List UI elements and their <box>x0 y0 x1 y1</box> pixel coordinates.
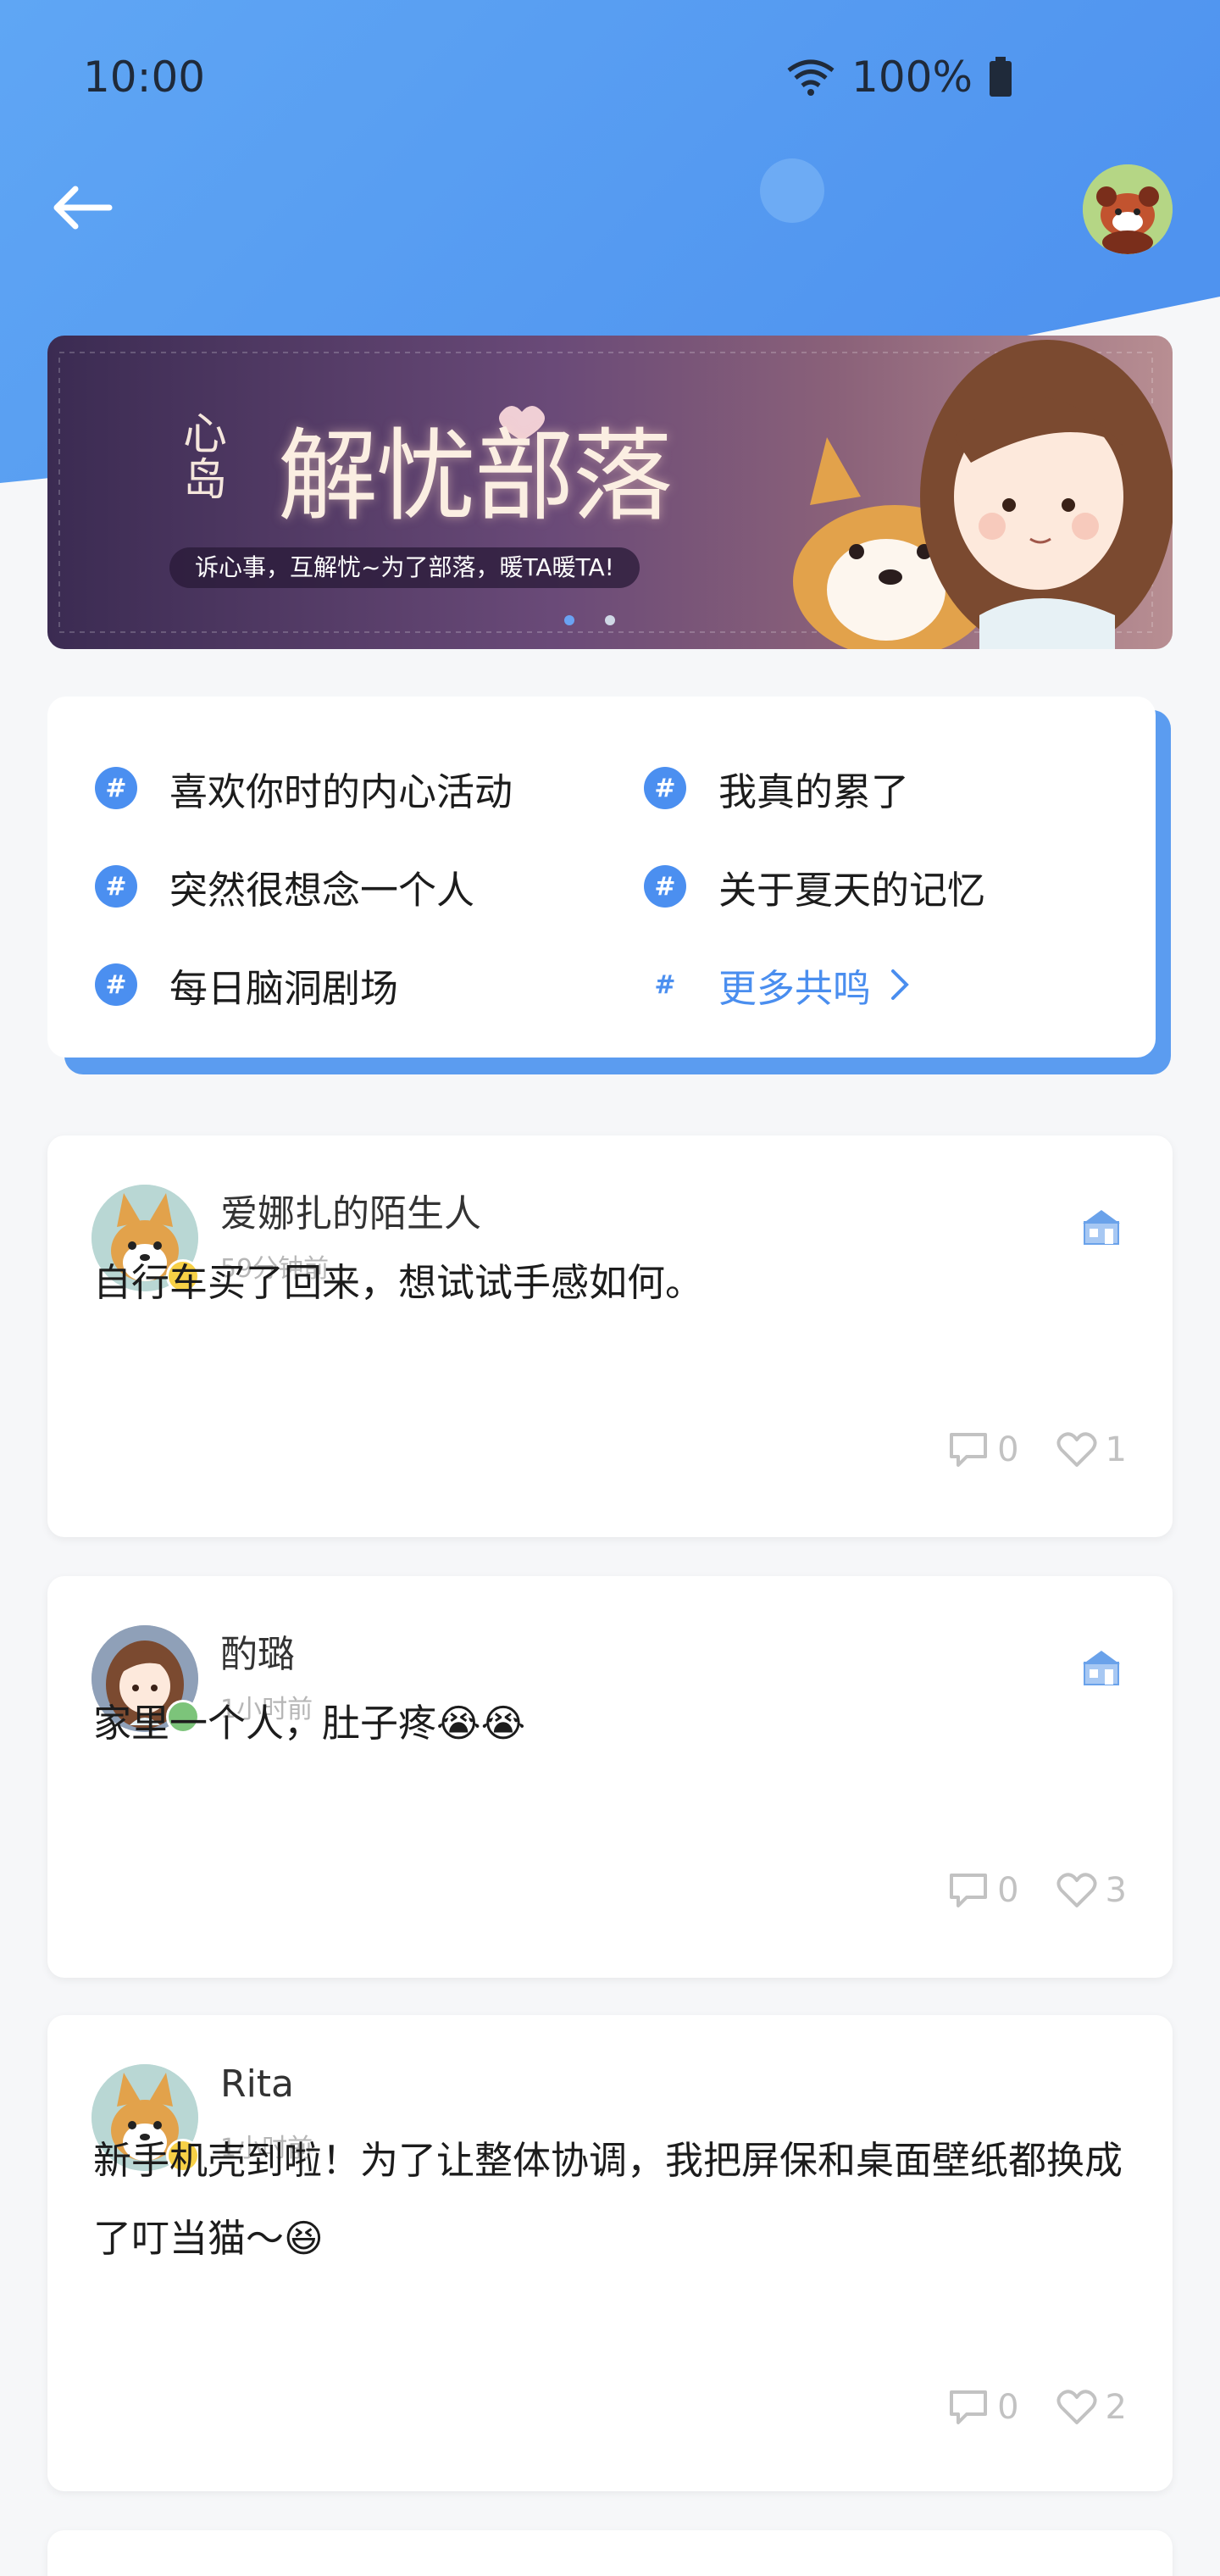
like-button[interactable]: 3 <box>1056 1871 1127 1910</box>
post-card[interactable]: 酌璐 1小时前 家里一个人，肚子疼😭😭 0 3 <box>47 1576 1173 1978</box>
like-count: 2 <box>1105 2388 1127 2427</box>
comment-button[interactable]: 0 <box>948 1430 1019 1469</box>
back-button[interactable] <box>47 178 115 237</box>
carousel-dot[interactable] <box>605 615 615 625</box>
banner-prefix: 心岛 <box>183 409 228 506</box>
like-count: 1 <box>1105 1430 1127 1469</box>
status-time: 10:00 <box>83 53 206 102</box>
heart-icon <box>1056 1432 1097 1467</box>
more-topics-link[interactable]: # 更多共鸣 <box>644 959 917 1011</box>
comment-count: 0 <box>997 1430 1019 1469</box>
like-button[interactable]: 2 <box>1056 2388 1127 2427</box>
carousel-indicator <box>564 615 615 625</box>
house-icon[interactable] <box>1081 1207 1122 1247</box>
author-name[interactable]: 酌璐 <box>220 1624 295 1678</box>
hashtag-icon: # <box>95 767 137 809</box>
topic-label: 关于夏天的记忆 <box>718 867 986 913</box>
like-button[interactable]: 1 <box>1056 1430 1127 1469</box>
topic-item[interactable]: # 每日脑洞剧场 <box>95 959 399 1011</box>
comment-button[interactable]: 0 <box>948 2388 1019 2427</box>
heart-icon <box>1056 2390 1097 2424</box>
topic-label: 每日脑洞剧场 <box>169 965 399 1011</box>
user-avatar[interactable] <box>1083 164 1173 254</box>
comment-button[interactable]: 0 <box>948 1871 1019 1910</box>
comment-count: 0 <box>997 1871 1019 1910</box>
author-name[interactable]: Rita <box>220 2062 294 2106</box>
banner-title: 解忧部落 <box>278 418 673 535</box>
post-text: 家里一个人，肚子疼😭😭 <box>93 1701 526 1746</box>
post-card[interactable]: Rita 1小时前 新手机壳到啦！为了让整体协调，我把屏保和桌面壁纸都换成了叮当… <box>47 2015 1173 2491</box>
hashtag-icon: # <box>95 963 137 1006</box>
status-bar: 10:00 100% <box>0 0 1220 161</box>
comment-icon <box>950 1433 988 1467</box>
topic-label: 喜欢你时的内心活动 <box>169 769 513 814</box>
post-stats: 0 1 <box>948 1430 1127 1469</box>
post-card[interactable] <box>47 2530 1173 2576</box>
like-count: 3 <box>1105 1871 1127 1910</box>
post-text: 自行车买了回来，想试试手感如何。 <box>93 1260 704 1305</box>
topic-item[interactable]: # 喜欢你时的内心活动 <box>95 763 513 814</box>
topic-label: 我真的累了 <box>718 769 910 814</box>
topic-label: 突然很想念一个人 <box>169 867 475 913</box>
hashtag-icon: # <box>95 865 137 908</box>
battery-percent: 100% <box>851 53 973 102</box>
banner-subtitle: 诉心事，互解忧~为了部落，暖TA暖TA! <box>169 547 640 588</box>
topic-item[interactable]: # 关于夏天的记忆 <box>644 861 986 913</box>
hashtag-icon: # <box>654 969 676 1000</box>
wifi-icon <box>787 59 835 96</box>
more-topics-label: 更多共鸣 <box>718 965 872 1011</box>
post-card[interactable]: 爱娜扎的陌生人 59分钟前 自行车买了回来，想试试手感如何。 0 1 <box>47 1135 1173 1537</box>
comment-count: 0 <box>997 2388 1019 2427</box>
hashtag-icon: # <box>644 767 686 809</box>
banner-carousel[interactable]: 心岛 解忧部落 诉心事，互解忧~为了部落，暖TA暖TA! <box>47 336 1173 649</box>
heart-icon <box>1056 1873 1097 1907</box>
author-name[interactable]: 爱娜扎的陌生人 <box>220 1183 481 1237</box>
post-stats: 0 3 <box>948 1871 1127 1910</box>
arrow-left-icon <box>53 186 113 230</box>
post-stats: 0 2 <box>948 2388 1127 2427</box>
topic-item[interactable]: # 我真的累了 <box>644 763 910 814</box>
topics-card: # 喜欢你时的内心活动 # 我真的累了 # 突然很想念一个人 # 关于夏天的记忆… <box>47 697 1156 1058</box>
post-text: 新手机壳到啦！为了让整体协调，我把屏保和桌面壁纸都换成了叮当猫～😆 <box>93 2138 1123 2261</box>
battery-icon <box>990 57 1012 97</box>
house-icon[interactable] <box>1081 1647 1122 1688</box>
comment-icon <box>950 1874 988 1907</box>
hashtag-icon: # <box>644 865 686 908</box>
comment-icon <box>950 2390 988 2424</box>
red-panda-avatar-icon <box>1083 164 1173 254</box>
carousel-dot-active[interactable] <box>564 615 574 625</box>
chevron-right-icon <box>891 969 909 1000</box>
topic-item[interactable]: # 突然很想念一个人 <box>95 861 475 913</box>
